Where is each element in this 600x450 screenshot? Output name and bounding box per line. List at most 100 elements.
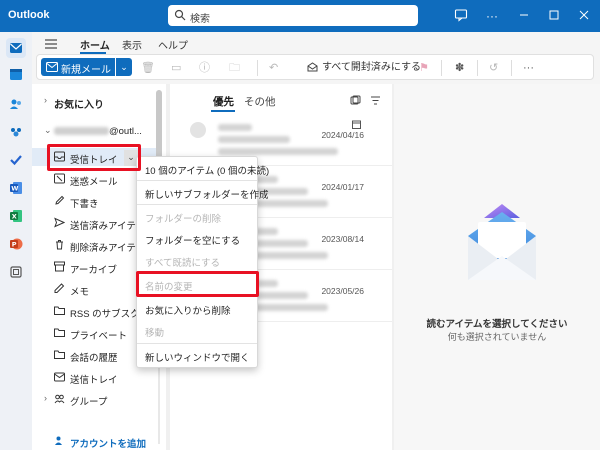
search-placeholder: 検索 (190, 14, 210, 25)
account-name-redacted (54, 127, 109, 136)
paw-icon[interactable]: ✽ (455, 60, 464, 76)
reply-icon[interactable]: ↶ (269, 60, 278, 76)
mail-app-icon[interactable] (6, 38, 26, 58)
flag-icon[interactable]: ⚑ (419, 60, 429, 76)
folder-deleted-label: 削除済みアイテム (70, 243, 146, 254)
menu-item-label: 新しいウィンドウで開く (145, 353, 250, 364)
group-icon (54, 394, 65, 404)
menu-item-label: お気に入りから削除 (145, 306, 231, 317)
menu-divider (137, 180, 257, 181)
groups-header[interactable]: › グループ (32, 390, 162, 408)
tab-focused-underline (211, 110, 235, 112)
folder-conversation-history-label: 会話の履歴 (70, 353, 118, 364)
menu-item-delete-folder: フォルダーの削除 (137, 207, 257, 227)
svg-text:X: X (12, 213, 17, 221)
message-date: 2024/01/17 (321, 182, 364, 192)
delete-icon[interactable]: 🗑 (141, 60, 155, 76)
chevron-down-icon: ⌄ (44, 125, 52, 135)
menu-item-label: すべて既読にする (145, 258, 221, 269)
mark-all-read-label: すべて開封済みにする (322, 62, 421, 73)
apps-icon[interactable] (6, 262, 26, 282)
reading-pane: 読むアイテムを選択してください 何も選択されていません (394, 84, 600, 450)
favorites-header[interactable]: › お気に入り (32, 92, 162, 111)
filter-icon[interactable] (370, 95, 381, 106)
menu-divider (137, 204, 257, 205)
note-icon (54, 283, 65, 293)
hamburger-icon[interactable] (44, 38, 58, 50)
search-icon (174, 9, 186, 21)
tab-view[interactable]: 表示 (122, 37, 142, 52)
archive-icon[interactable]: ▭ (171, 60, 181, 76)
menu-item-label: フォルダーの削除 (145, 214, 222, 225)
message-date: 2023/08/14 (321, 234, 364, 244)
pencil-icon (55, 195, 65, 205)
account-name: @outl... (54, 126, 142, 137)
menu-item-new-subfolder[interactable]: 新しいサブフォルダーを作成 (137, 183, 269, 203)
chevron-right-icon: › (44, 393, 47, 403)
message-date: 2023/05/26 (321, 286, 364, 296)
menu-item-count-label: 10 個のアイテム (0 個の未読) (145, 166, 270, 177)
close-icon[interactable] (576, 8, 592, 24)
tab-help[interactable]: ヘルプ (158, 37, 188, 52)
report-icon[interactable]: ⓘ (199, 60, 210, 76)
folder-icon (54, 350, 65, 359)
mark-all-read-button[interactable]: すべて開封済みにする (307, 60, 421, 76)
word-app-icon[interactable]: W (6, 178, 26, 198)
todo-app-icon[interactable] (6, 150, 26, 170)
calendar-app-icon[interactable] (6, 64, 26, 84)
menu-item-label: 移動 (145, 328, 165, 339)
svg-text:P: P (12, 241, 17, 249)
menu-item-label: フォルダーを空にする (145, 236, 241, 247)
people-app-icon[interactable] (6, 94, 26, 114)
add-person-icon (55, 436, 62, 445)
new-mail-button[interactable]: 新規メール (41, 58, 115, 76)
move-to-icon[interactable]: 🗀 (229, 60, 240, 76)
menu-item-open-new-window[interactable]: 新しいウィンドウで開く (137, 346, 257, 366)
select-icon[interactable] (350, 95, 361, 106)
more-options-icon[interactable]: ··· (484, 8, 500, 24)
app-rail: W X P (0, 32, 32, 450)
new-mail-label: 新規メール (61, 65, 111, 76)
groups-app-icon[interactable] (6, 122, 26, 142)
tab-home[interactable]: ホーム (80, 37, 110, 52)
folder-sent-label: 送信済みアイテム (70, 221, 146, 232)
chevron-right-icon: › (44, 95, 47, 105)
trash-icon (56, 240, 63, 250)
folder-outbox-label: 送信トレイ (70, 375, 118, 386)
toolbar-divider (511, 60, 512, 76)
more-commands-button[interactable]: ··· (523, 60, 534, 76)
inbox-highlight (47, 144, 141, 171)
account-header[interactable]: ⌄ @outl... (32, 122, 162, 140)
toolbar-divider (257, 60, 258, 76)
empty-envelope-illustration (468, 204, 536, 280)
undo-icon[interactable]: ↺ (489, 60, 498, 76)
menu-item-empty-folder[interactable]: フォルダーを空にする (137, 229, 257, 249)
tab-other[interactable]: その他 (244, 94, 276, 109)
menu-item-mark-all-read: すべて既読にする (137, 251, 257, 271)
minimize-icon[interactable] (516, 8, 532, 24)
account-suffix: @outl... (109, 126, 142, 137)
new-mail-dropdown[interactable]: ⌄ (116, 58, 132, 76)
ribbon: ホーム 表示 ヘルプ 新規メール ⌄ 🗑 ▭ ⓘ 🗀 ↶ すべて開封済みにする … (32, 32, 600, 84)
menu-item-label: 新しいサブフォルダーを作成 (145, 190, 269, 201)
tab-focused[interactable]: 優先 (213, 94, 234, 109)
reading-pane-title: 読むアイテムを選択してください (426, 319, 568, 330)
search-box[interactable]: 検索 (168, 5, 418, 26)
folder-junk-label: 迷惑メール (70, 177, 118, 188)
powerpoint-app-icon[interactable]: P (6, 234, 26, 254)
menu-item-remove-favorite[interactable]: お気に入りから削除 (137, 299, 257, 319)
rename-highlight (136, 271, 259, 297)
menu-item-count: 10 個のアイテム (0 個の未読) (137, 159, 269, 179)
sender-redacted (218, 124, 252, 131)
outbox-icon (54, 372, 65, 382)
favorites-label: お気に入り (54, 100, 104, 111)
groups-label: グループ (70, 397, 108, 408)
add-account-button[interactable]: アカウントを追加 (32, 432, 162, 450)
maximize-icon[interactable] (546, 8, 562, 24)
feedback-icon[interactable] (453, 8, 469, 24)
excel-app-icon[interactable]: X (6, 206, 26, 226)
send-icon (54, 217, 65, 228)
app-title: Outlook (8, 9, 50, 21)
mail-icon (46, 62, 58, 72)
folder-outbox[interactable]: 送信トレイ (32, 368, 162, 386)
